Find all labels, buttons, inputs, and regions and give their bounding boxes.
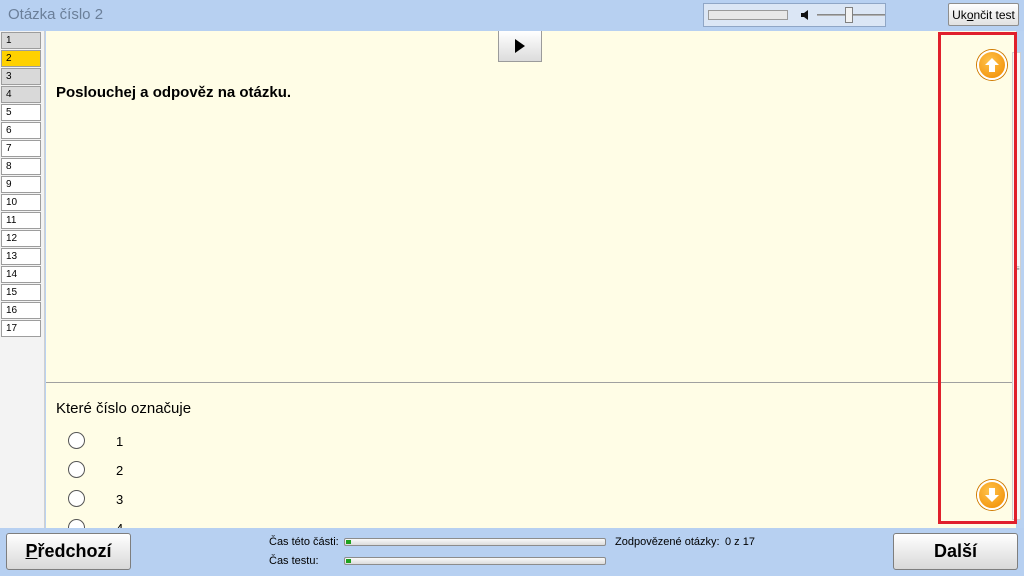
section-time-bar <box>344 538 606 546</box>
end-test-label-prefix: Uk <box>952 7 967 22</box>
end-test-label-suffix: nčit test <box>973 7 1015 22</box>
question-item-13[interactable]: 13 <box>1 248 41 265</box>
question-item-4[interactable]: 4 <box>1 86 41 103</box>
answer-option-label: 3 <box>116 492 124 507</box>
question-item-9[interactable]: 9 <box>1 176 41 193</box>
answer-option[interactable]: 1 <box>68 432 188 452</box>
audio-controls <box>703 3 886 27</box>
radio-button[interactable] <box>68 519 85 528</box>
question-text: Které číslo označuje <box>56 400 192 417</box>
test-time-label: Čas testu: <box>269 555 319 567</box>
question-item-3[interactable]: 3 <box>1 68 41 85</box>
volume-slider-thumb[interactable] <box>845 7 853 23</box>
question-item-14[interactable]: 14 <box>1 266 41 283</box>
radio-button[interactable] <box>68 490 85 507</box>
answered-label: Zodpovězené otázky: <box>615 536 720 548</box>
test-time-bar <box>344 557 606 565</box>
bottom-bar: Předchozí Čas této části: Čas testu: Zod… <box>0 528 1024 576</box>
play-button[interactable] <box>498 31 542 62</box>
scroll-controls-highlight <box>938 32 1017 524</box>
question-item-6[interactable]: 6 <box>1 122 41 139</box>
previous-label-accesskey: P <box>25 541 38 561</box>
question-item-8[interactable]: 8 <box>1 158 41 175</box>
answer-option[interactable]: 4 <box>68 519 188 528</box>
question-item-11[interactable]: 11 <box>1 212 41 229</box>
question-panel: Poslouchej a odpověz na otázku. Které čí… <box>46 31 1016 528</box>
answer-option[interactable]: 2 <box>68 461 188 481</box>
speaker-icon[interactable] <box>800 9 814 21</box>
section-divider <box>46 382 1012 383</box>
answer-options: 1 2 3 4 <box>46 426 446 528</box>
question-item-17[interactable]: 17 <box>1 320 41 337</box>
question-item-1[interactable]: 1 <box>1 32 41 49</box>
question-item-16[interactable]: 16 <box>1 302 41 319</box>
play-icon <box>515 39 525 53</box>
instruction-text: Poslouchej a odpověz na otázku. <box>56 84 292 101</box>
end-test-label-accesskey: o <box>966 7 974 22</box>
answered-count: 0 z 17 <box>725 536 755 548</box>
answer-option[interactable]: 3 <box>68 490 188 510</box>
question-item-10[interactable]: 10 <box>1 194 41 211</box>
section-time-fill <box>346 540 352 544</box>
question-item-2[interactable]: 2 <box>1 50 41 67</box>
section-time-label: Čas této části: <box>269 536 339 548</box>
previous-button[interactable]: Předchozí <box>6 533 131 570</box>
question-item-15[interactable]: 15 <box>1 284 41 301</box>
question-list: 1 2 3 4 5 6 7 8 9 10 11 12 13 14 15 16 17 <box>0 31 45 528</box>
title-bar: Otázka číslo 2 Ukončit test <box>0 0 1024 31</box>
end-test-button[interactable]: Ukončit test <box>948 3 1019 26</box>
question-item-7[interactable]: 7 <box>1 140 41 157</box>
audio-progress-track[interactable] <box>708 10 788 20</box>
window-title: Otázka číslo 2 <box>8 6 104 23</box>
radio-button[interactable] <box>68 461 85 478</box>
next-button[interactable]: Další <box>893 533 1018 570</box>
answer-option-label: 4 <box>116 521 123 528</box>
previous-label-rest: ředchozí <box>37 541 112 561</box>
test-time-fill <box>346 559 352 563</box>
question-item-5[interactable]: 5 <box>1 104 41 121</box>
answer-option-label: 1 <box>116 434 124 449</box>
radio-button[interactable] <box>68 432 85 449</box>
question-item-12[interactable]: 12 <box>1 230 41 247</box>
answer-option-label: 2 <box>116 463 124 478</box>
